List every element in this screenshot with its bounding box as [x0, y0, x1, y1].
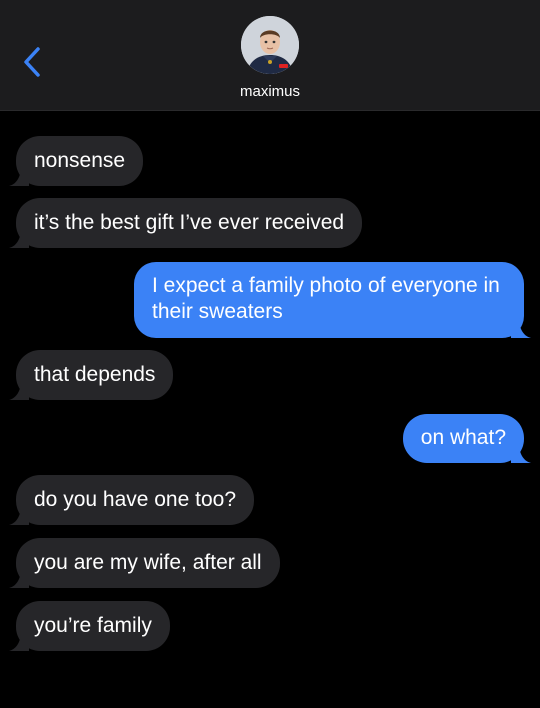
message-text: nonsense — [34, 149, 126, 172]
bubble-tail — [9, 228, 29, 248]
message-thread: nonsense it’s the best gift I’ve ever re… — [0, 110, 540, 708]
bubble-tail — [9, 166, 29, 186]
message-text: I expect a family photo of everyone in t… — [152, 274, 500, 323]
bubble-tail — [9, 568, 29, 588]
message-text: you are my wife, after all — [34, 551, 262, 574]
contact-avatar[interactable] — [241, 16, 299, 74]
message-text: it’s the best gift I’ve ever received — [34, 211, 345, 234]
message-text: on what? — [420, 426, 506, 449]
chevron-left-icon — [24, 47, 40, 77]
conversation-header: maximus — [0, 0, 540, 111]
bubble-tail — [9, 380, 29, 400]
bubble-tail — [9, 631, 29, 651]
message-received[interactable]: that depends — [9, 350, 174, 400]
message-received[interactable]: you are my wife, after all — [9, 538, 280, 588]
avatar-portrait — [241, 16, 299, 74]
message-received[interactable]: do you have one too? — [9, 475, 255, 525]
bubble-tail — [511, 318, 531, 338]
message-text: that depends — [34, 363, 156, 386]
message-received[interactable]: you’re family — [9, 601, 170, 651]
message-text: do you have one too? — [34, 488, 237, 511]
message-received[interactable]: it’s the best gift I’ve ever received — [9, 198, 363, 248]
message-sent[interactable]: on what? — [402, 414, 531, 463]
message-sent[interactable]: I expect a family photo of everyone in t… — [134, 262, 531, 338]
bubble-tail — [511, 443, 531, 463]
message-received[interactable]: nonsense — [9, 136, 144, 186]
bubble-tail — [9, 505, 29, 525]
contact-name[interactable]: maximus — [0, 83, 540, 100]
message-text: you’re family — [34, 614, 152, 637]
back-button[interactable] — [20, 44, 48, 80]
